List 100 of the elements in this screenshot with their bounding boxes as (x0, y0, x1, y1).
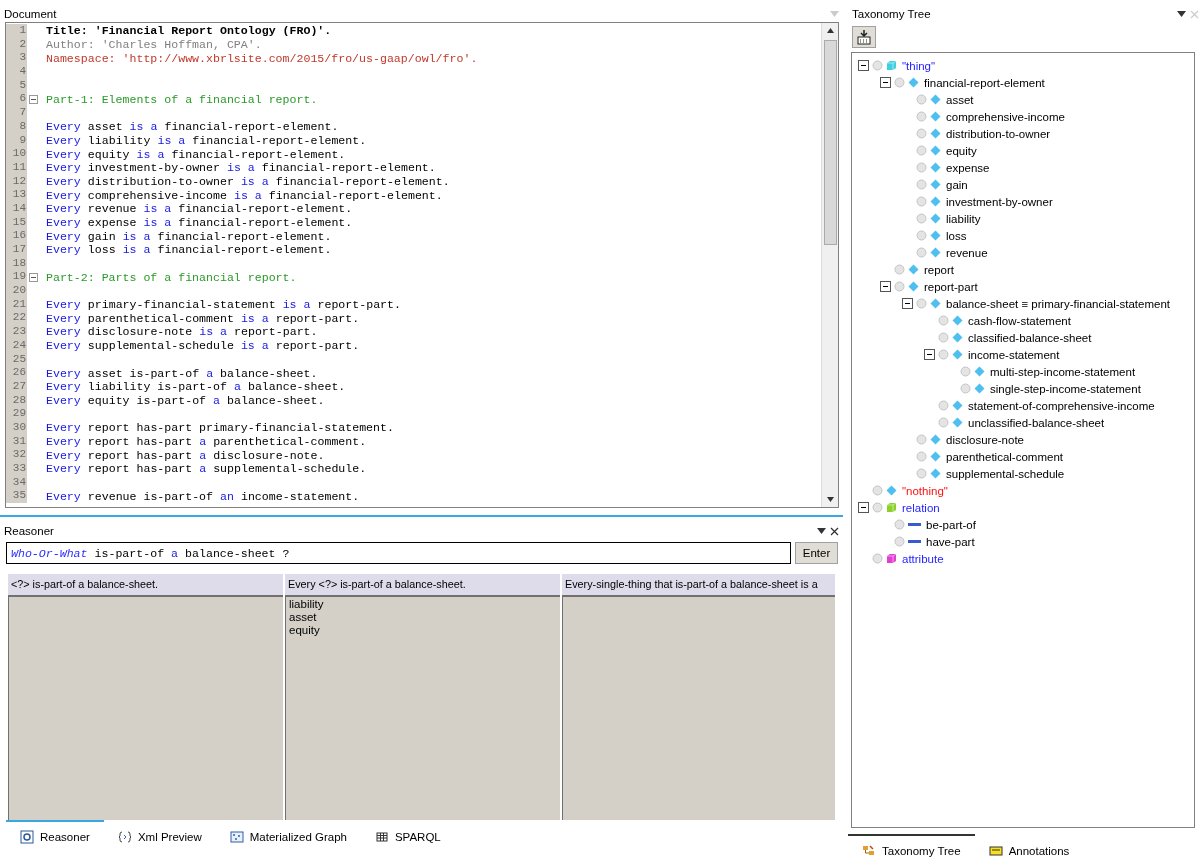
radio-icon[interactable] (916, 111, 927, 122)
radio-icon[interactable] (916, 298, 927, 309)
radio-icon[interactable] (938, 417, 949, 428)
column-header[interactable]: <?> is-part-of a balance-sheet. (8, 574, 283, 595)
radio-icon[interactable] (938, 349, 949, 360)
radio-icon[interactable] (916, 434, 927, 445)
scroll-thumb[interactable] (823, 40, 837, 245)
tree-item[interactable]: multi-step-income-statement (990, 365, 1136, 378)
radio-icon[interactable] (894, 536, 905, 547)
radio-icon[interactable] (938, 400, 949, 411)
line-number: 20 (6, 284, 27, 298)
tab[interactable]: Taxonomy Tree (848, 834, 975, 865)
collapse-icon[interactable] (880, 77, 891, 88)
result-item[interactable]: asset (289, 611, 557, 624)
radio-icon[interactable] (872, 553, 883, 564)
tab[interactable]: Reasoner (6, 820, 104, 851)
pane-title: Taxonomy Tree (852, 8, 931, 20)
collapse-icon[interactable] (858, 502, 869, 513)
tree-item[interactable]: distribution-to-owner (946, 127, 1051, 140)
tree-item[interactable]: equity (946, 144, 977, 157)
radio-icon[interactable] (938, 315, 949, 326)
query-field[interactable]: Who-Or-What is-part-of a balance-sheet ? (6, 542, 791, 564)
tree-item[interactable]: gain (946, 178, 968, 191)
tree-item[interactable]: loss (946, 229, 967, 242)
tree-item[interactable]: "thing" (902, 59, 936, 72)
tree-item[interactable]: parenthetical-comment (946, 450, 1063, 463)
tree-item[interactable]: single-step-income-statement (990, 382, 1141, 395)
result-item[interactable]: equity (289, 624, 557, 637)
radio-icon[interactable] (872, 60, 883, 71)
radio-icon[interactable] (960, 366, 971, 377)
tree-item[interactable]: income-statement (968, 348, 1060, 361)
tree-item[interactable]: asset (946, 93, 974, 106)
tree-item[interactable]: unclassified-balance-sheet (968, 416, 1105, 429)
fold-icon[interactable] (29, 94, 38, 104)
radio-icon[interactable] (916, 247, 927, 258)
dropdown-icon[interactable] (817, 528, 826, 534)
radio-icon[interactable] (916, 94, 927, 105)
radio-icon[interactable] (894, 264, 905, 275)
result-item[interactable]: liability (289, 598, 557, 611)
dropdown-icon[interactable] (1177, 11, 1186, 17)
tab[interactable]: Materialized Graph (215, 820, 361, 851)
radio-icon[interactable] (916, 468, 927, 479)
radio-icon[interactable] (916, 162, 927, 173)
tree-item[interactable]: have-part (926, 535, 975, 548)
code-line-text: Author: 'Charles Hoffman, CPA'. (45, 38, 262, 52)
collapse-icon[interactable] (858, 60, 869, 71)
column-header[interactable]: Every <?> is-part-of a balance-sheet. (285, 574, 560, 595)
tree-item[interactable]: classified-balance-sheet (968, 331, 1092, 344)
scrollbar[interactable] (821, 23, 838, 507)
radio-icon[interactable] (894, 519, 905, 530)
enter-button[interactable]: Enter (795, 542, 838, 564)
tree-item[interactable]: investment-by-owner (946, 195, 1053, 208)
tree-item[interactable]: revenue (946, 246, 988, 259)
collapse-icon[interactable] (924, 349, 935, 360)
radio-icon[interactable] (872, 502, 883, 513)
tree-item[interactable]: be-part-of (926, 518, 976, 531)
radio-icon[interactable] (916, 179, 927, 190)
tree-item[interactable]: relation (902, 501, 940, 514)
code-line-text: Every equity is a financial-report-element. (45, 147, 346, 161)
diamond-icon (974, 366, 985, 377)
code-line-text: Every equity is-part-of a balance-sheet. (45, 393, 325, 407)
code-line-text: Every gain is a financial-report-element. (45, 229, 332, 243)
diamond-icon (930, 434, 941, 445)
fold-icon[interactable] (29, 272, 38, 282)
radio-icon[interactable] (916, 451, 927, 462)
diamond-icon (974, 383, 985, 394)
tree-item[interactable]: disclosure-note (946, 433, 1024, 446)
code-line-text: Title: 'Financial Report Ontology (FRO)'. (45, 24, 332, 38)
tree-item[interactable]: financial-report-element (924, 76, 1045, 89)
tab[interactable]: SPARQL (360, 820, 455, 851)
tree-item[interactable]: cash-flow-statement (968, 314, 1071, 327)
radio-icon[interactable] (916, 128, 927, 139)
radio-icon[interactable] (894, 281, 905, 292)
radio-icon[interactable] (960, 383, 971, 394)
radio-icon[interactable] (938, 332, 949, 343)
radio-icon[interactable] (894, 77, 905, 88)
tab[interactable]: Annotations (974, 834, 1084, 865)
radio-icon[interactable] (916, 196, 927, 207)
load-button[interactable] (852, 26, 876, 48)
tree-item[interactable]: statement-of-comprehensive-income (968, 399, 1155, 412)
collapse-icon[interactable] (902, 298, 913, 309)
tab[interactable]: Xml Preview (103, 820, 216, 851)
tree-item[interactable]: "nothing" (902, 484, 948, 497)
radio-icon[interactable] (916, 230, 927, 241)
tree-item[interactable]: attribute (902, 552, 944, 565)
tree-item[interactable]: report-part (924, 280, 978, 293)
collapse-icon[interactable] (880, 281, 891, 292)
pane-title: Document (4, 8, 57, 20)
tree-item[interactable]: expense (946, 161, 990, 174)
radio-icon[interactable] (872, 485, 883, 496)
diamond-icon (930, 230, 941, 241)
tree-item[interactable]: supplemental-schedule (946, 467, 1065, 480)
tree-item[interactable]: report (924, 263, 955, 276)
radio-icon[interactable] (916, 213, 927, 224)
tree-item[interactable]: comprehensive-income (946, 110, 1065, 123)
tree-item[interactable]: balance-sheet ≡ primary-financial-statement (946, 297, 1171, 310)
radio-icon[interactable] (916, 145, 927, 156)
column-header[interactable]: Every-single-thing that is-part-of a balance-sheet is a (562, 574, 835, 595)
close-icon[interactable] (830, 526, 839, 536)
tree-item[interactable]: liability (946, 212, 981, 225)
